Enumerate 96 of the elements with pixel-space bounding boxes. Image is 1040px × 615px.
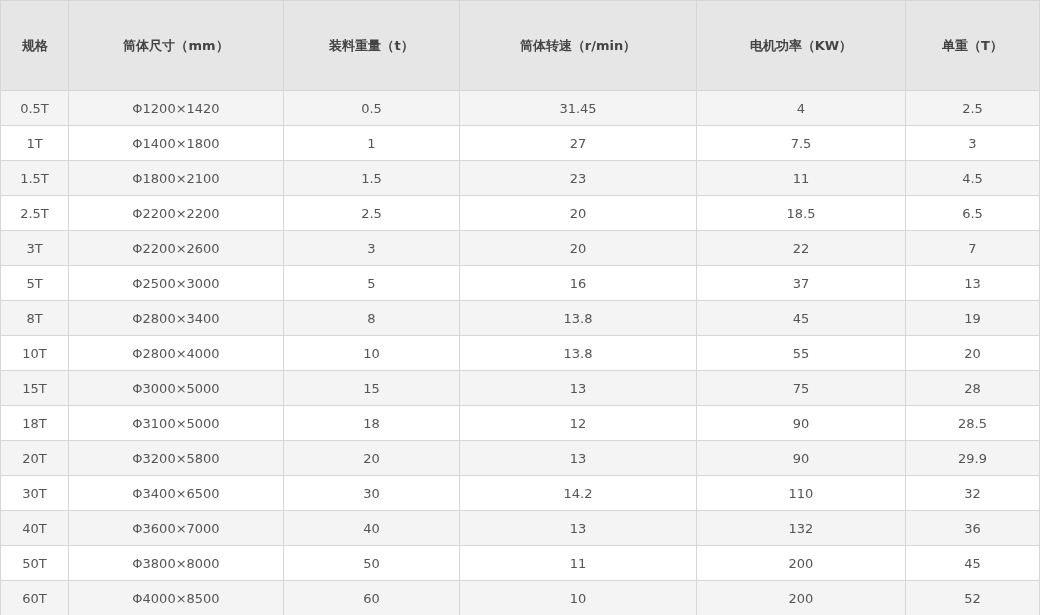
table-cell: 23 (459, 160, 697, 196)
column-header: 装料重量（t） (283, 0, 460, 91)
table-cell: 6.5 (905, 195, 1040, 231)
table-cell: 19 (905, 300, 1040, 336)
table-cell: 110 (696, 475, 906, 511)
table-cell: 13.8 (459, 335, 697, 371)
table-cell: 5T (0, 265, 69, 301)
table-cell: 2.5T (0, 195, 69, 231)
table-cell: 2.5 (283, 195, 460, 231)
column-header: 单重（T） (905, 0, 1040, 91)
table-cell: 1.5 (283, 160, 460, 196)
table-cell: Φ3200×5800 (68, 440, 284, 476)
table-cell: 20T (0, 440, 69, 476)
table-cell: 132 (696, 510, 906, 546)
table-cell: 14.2 (459, 475, 697, 511)
table-cell: Φ2800×3400 (68, 300, 284, 336)
table-cell: 1 (283, 125, 460, 161)
table-cell: 15T (0, 370, 69, 406)
column-header: 筒体转速（r/min） (459, 0, 697, 91)
table-cell: 4.5 (905, 160, 1040, 196)
table-cell: 32 (905, 475, 1040, 511)
table-cell: 8 (283, 300, 460, 336)
table-cell: 45 (696, 300, 906, 336)
table-cell: 20 (905, 335, 1040, 371)
table-cell: 1T (0, 125, 69, 161)
table-cell: 90 (696, 440, 906, 476)
table-cell: 7 (905, 230, 1040, 266)
table-cell: 40 (283, 510, 460, 546)
table-cell: 31.45 (459, 90, 697, 126)
table-cell: 10 (459, 580, 697, 615)
table-cell: 4 (696, 90, 906, 126)
table-cell: 15 (283, 370, 460, 406)
table-cell: 55 (696, 335, 906, 371)
table-cell: 11 (696, 160, 906, 196)
table-cell: 10T (0, 335, 69, 371)
table-cell: 75 (696, 370, 906, 406)
table-cell: Φ2200×2600 (68, 230, 284, 266)
table-cell: 60 (283, 580, 460, 615)
table-cell: 11 (459, 545, 697, 581)
table-cell: 90 (696, 405, 906, 441)
table-cell: 3T (0, 230, 69, 266)
table-cell: 20 (459, 195, 697, 231)
table-cell: 60T (0, 580, 69, 615)
table-cell: 52 (905, 580, 1040, 615)
table-cell: 45 (905, 545, 1040, 581)
table-cell: 50T (0, 545, 69, 581)
table-cell: 13 (459, 440, 697, 476)
table-cell: 3 (905, 125, 1040, 161)
table-cell: 30T (0, 475, 69, 511)
table-cell: Φ3400×6500 (68, 475, 284, 511)
table-cell: 13 (459, 510, 697, 546)
table-cell: 7.5 (696, 125, 906, 161)
table-cell: Φ4000×8500 (68, 580, 284, 615)
column-header: 电机功率（KW） (696, 0, 906, 91)
table-cell: Φ2800×4000 (68, 335, 284, 371)
table-cell: 16 (459, 265, 697, 301)
table-cell: 28 (905, 370, 1040, 406)
table-cell: Φ3000×5000 (68, 370, 284, 406)
column-header: 规格 (0, 0, 69, 91)
table-cell: 30 (283, 475, 460, 511)
table-cell: 200 (696, 580, 906, 615)
table-cell: Φ3100×5000 (68, 405, 284, 441)
table-cell: Φ3800×8000 (68, 545, 284, 581)
table-cell: 37 (696, 265, 906, 301)
table-cell: 29.9 (905, 440, 1040, 476)
table-cell: 18.5 (696, 195, 906, 231)
table-cell: 3 (283, 230, 460, 266)
table-cell: 0.5 (283, 90, 460, 126)
table-cell: Φ2200×2200 (68, 195, 284, 231)
table-cell: 20 (459, 230, 697, 266)
table-cell: 18T (0, 405, 69, 441)
table-cell: Φ1400×1800 (68, 125, 284, 161)
table-cell: 20 (283, 440, 460, 476)
table-cell: 10 (283, 335, 460, 371)
column-header: 筒体尺寸（mm） (68, 0, 284, 91)
table-cell: Φ1200×1420 (68, 90, 284, 126)
table-cell: 28.5 (905, 405, 1040, 441)
table-cell: Φ2500×3000 (68, 265, 284, 301)
table-cell: 8T (0, 300, 69, 336)
table-cell: 200 (696, 545, 906, 581)
table-cell: 27 (459, 125, 697, 161)
table-cell: Φ3600×7000 (68, 510, 284, 546)
table-cell: 2.5 (905, 90, 1040, 126)
table-cell: 13 (459, 370, 697, 406)
table-cell: 50 (283, 545, 460, 581)
table-cell: 12 (459, 405, 697, 441)
table-cell: 1.5T (0, 160, 69, 196)
table-cell: Φ1800×2100 (68, 160, 284, 196)
table-cell: 22 (696, 230, 906, 266)
table-cell: 13 (905, 265, 1040, 301)
table-cell: 13.8 (459, 300, 697, 336)
table-cell: 5 (283, 265, 460, 301)
table-cell: 40T (0, 510, 69, 546)
table-cell: 18 (283, 405, 460, 441)
table-cell: 0.5T (0, 90, 69, 126)
table-cell: 36 (905, 510, 1040, 546)
